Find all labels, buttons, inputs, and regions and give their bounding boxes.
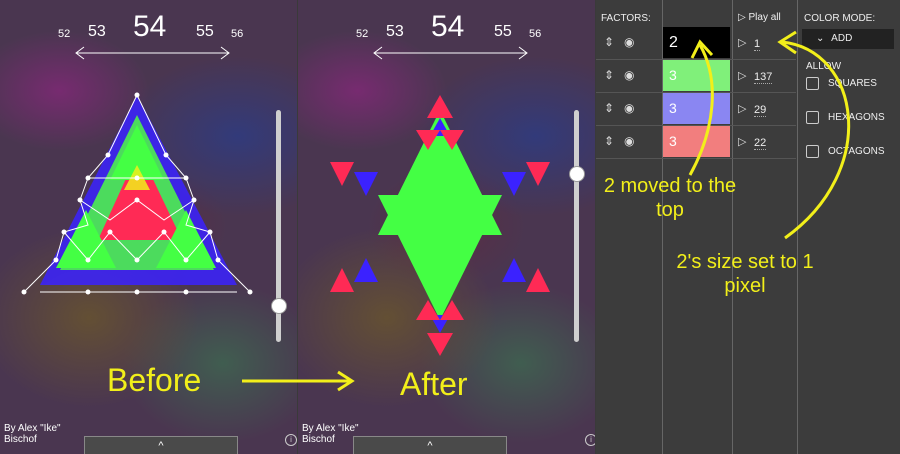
- reorder-icon[interactable]: ⇕: [604, 35, 614, 49]
- number-55[interactable]: 55: [196, 23, 214, 41]
- chevron-down-icon: ⌄: [816, 33, 825, 44]
- number-52[interactable]: 52: [356, 28, 368, 40]
- zoom-slider-knob[interactable]: [271, 297, 287, 314]
- info-icon[interactable]: i: [585, 434, 595, 446]
- expand-tab-button[interactable]: ^: [84, 436, 238, 454]
- factor-row[interactable]: ⇕ ◉ 3 ▷ 22: [596, 125, 796, 159]
- allow-label: ALLOW: [806, 61, 842, 72]
- play-icon[interactable]: ▷: [738, 102, 746, 115]
- hexagram-shape: [330, 95, 550, 356]
- play-icon[interactable]: ▷: [738, 69, 746, 82]
- number-56[interactable]: 56: [529, 28, 541, 40]
- hexagons-checkbox[interactable]: [806, 111, 819, 124]
- octagons-label: OCTAGONS: [828, 146, 885, 157]
- eye-icon[interactable]: ◉: [624, 68, 634, 82]
- factor-row[interactable]: ⇕ ◉ 2 ▷ 1: [596, 26, 796, 60]
- factor-value[interactable]: 3: [663, 126, 730, 157]
- squares-checkbox[interactable]: [806, 77, 819, 90]
- info-icon[interactable]: i: [285, 434, 297, 446]
- number-53[interactable]: 53: [88, 23, 106, 41]
- chevron-up-icon: ^: [427, 440, 433, 452]
- octagons-checkbox[interactable]: [806, 145, 819, 158]
- factor-size[interactable]: 22: [754, 137, 767, 150]
- number-55[interactable]: 55: [494, 23, 512, 41]
- number-56[interactable]: 56: [231, 28, 243, 40]
- reorder-icon[interactable]: ⇕: [604, 68, 614, 82]
- expand-tab-button[interactable]: ^: [353, 436, 507, 454]
- chevron-up-icon: ^: [158, 440, 164, 452]
- eye-icon[interactable]: ◉: [624, 35, 634, 49]
- squares-label: SQUARES: [828, 78, 877, 89]
- number-53[interactable]: 53: [386, 23, 404, 41]
- zoom-slider[interactable]: [574, 110, 579, 342]
- factor-size[interactable]: 1: [754, 38, 761, 51]
- eye-icon[interactable]: ◉: [624, 101, 634, 115]
- color-mode-header: COLOR MODE:: [804, 13, 876, 24]
- zoom-slider-knob[interactable]: [569, 165, 585, 182]
- play-icon: ▷: [738, 12, 746, 23]
- color-mode-value: ADD: [831, 33, 853, 44]
- factor-row[interactable]: ⇕ ◉ 3 ▷ 29: [596, 92, 796, 126]
- number-52[interactable]: 52: [58, 28, 70, 40]
- factor-size[interactable]: 137: [754, 71, 773, 84]
- after-label: After: [400, 366, 468, 402]
- moved-annotation: 2 moved to the top: [603, 175, 737, 221]
- number-selector[interactable]: 52 53 54 55 56: [0, 8, 297, 48]
- factor-value[interactable]: 2: [663, 27, 730, 58]
- play-all-button[interactable]: ▷ Play all: [738, 12, 781, 23]
- factor-value[interactable]: 3: [663, 60, 730, 91]
- author-credit: By Alex "Ike" Bischof: [4, 423, 61, 445]
- number-selector[interactable]: 52 53 54 55 56: [298, 8, 595, 48]
- reorder-icon[interactable]: ⇕: [604, 134, 614, 148]
- eye-icon[interactable]: ◉: [624, 134, 634, 148]
- factor-row[interactable]: ⇕ ◉ 3 ▷ 137: [596, 59, 796, 93]
- size-annotation: 2's size set to 1 pixel: [676, 251, 814, 297]
- reorder-icon[interactable]: ⇕: [604, 101, 614, 115]
- hexagons-label: HEXAGONS: [828, 112, 885, 123]
- factors-header: FACTORS:: [601, 13, 651, 24]
- number-54-current[interactable]: 54: [133, 10, 166, 44]
- factor-size[interactable]: 29: [754, 104, 767, 117]
- factors-panel: FACTORS: ▷ Play all ⇕ ◉ 2 ▷ 1 ⇕ ◉ 3 ▷ 13…: [596, 0, 900, 454]
- play-icon[interactable]: ▷: [738, 36, 746, 49]
- factor-value[interactable]: 3: [663, 93, 730, 124]
- number-54-current[interactable]: 54: [431, 10, 464, 44]
- color-mode-select[interactable]: ⌄ ADD: [802, 29, 894, 49]
- play-icon[interactable]: ▷: [738, 135, 746, 148]
- big-triangle-outline: [40, 95, 237, 285]
- before-label: Before: [107, 362, 202, 398]
